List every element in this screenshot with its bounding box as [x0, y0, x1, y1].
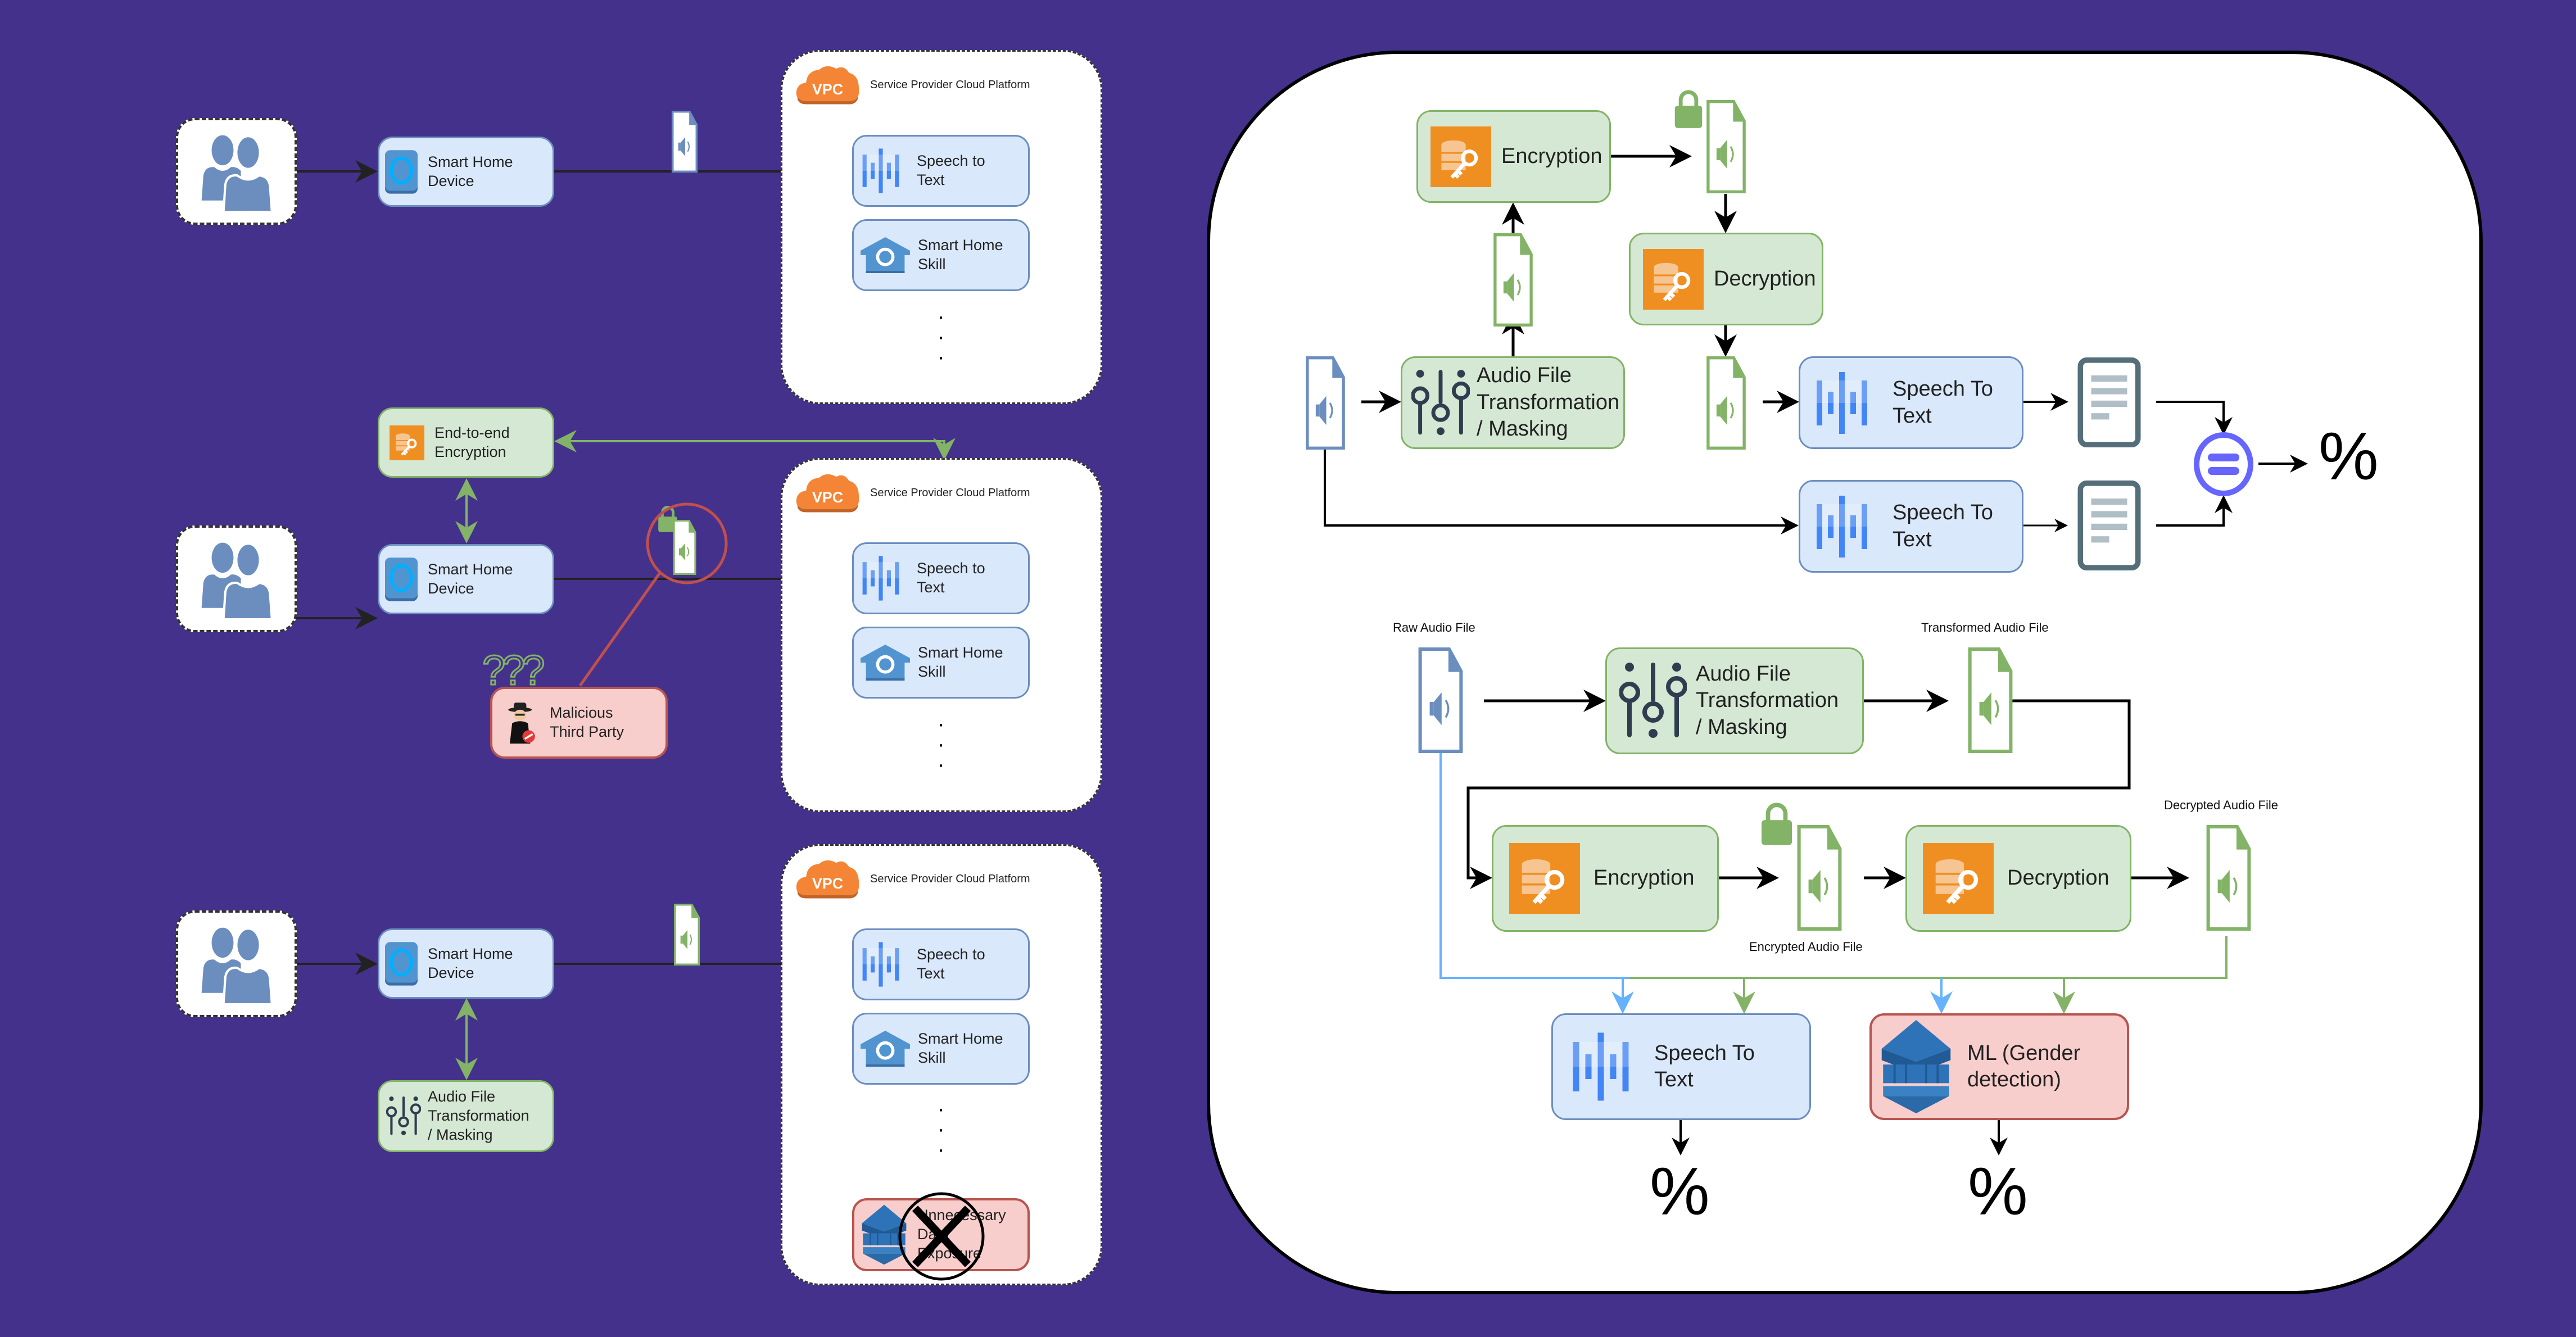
edge-doc1-to-compare — [2156, 401, 2233, 435]
waveform-icon — [1814, 361, 1870, 445]
audio-transformation-node-bottom[interactable]: Audio File Transformation / Masking — [1605, 647, 1864, 754]
sliders-icon — [1619, 661, 1687, 740]
decrypted-audio-file-icon — [1708, 358, 1744, 448]
transformed-audio-file-icon — [1495, 235, 1531, 325]
raw-audio-file-icon — [1307, 358, 1343, 448]
edge-decrypted-feed-line — [1630, 936, 2228, 979]
node-label: Decryption — [2007, 866, 2109, 890]
transformed-audio-file-icon-2 — [1970, 649, 2011, 751]
decryption-key-icon — [1643, 249, 1704, 310]
edge-raw-to-speech2 — [1324, 450, 1799, 534]
decrypted-audio-file-icon-2 — [2208, 827, 2249, 929]
speech-to-text-top-2[interactable]: Speech To Text — [1799, 480, 2023, 573]
speech-to-text-bottom[interactable]: Speech To Text — [1551, 1013, 1811, 1120]
transcript-doc-icon-2 — [2080, 483, 2138, 568]
raw-audio-file-icon-2 — [1420, 649, 1461, 751]
caption-decrypted-audio: Decrypted Audio File — [2164, 798, 2278, 812]
decryption-node-top[interactable]: Decryption — [1629, 233, 1823, 325]
ml-stack-icon — [1880, 1020, 1953, 1113]
caption-raw-audio: Raw Audio File — [1393, 620, 1475, 634]
audio-transformation-node-top[interactable]: Audio File Transformation / Masking — [1401, 356, 1625, 449]
node-label: Audio File Transformation / Masking — [1696, 661, 1839, 739]
encryption-key-icon — [1430, 126, 1491, 187]
node-label: Encryption — [1501, 144, 1602, 168]
encryption-key-icon — [1509, 843, 1580, 914]
node-label: Audio File Transformation / Masking — [1477, 364, 1620, 441]
node-label: Speech To Text — [1654, 1041, 1755, 1092]
encrypted-audio-file-icon-2 — [1799, 827, 1840, 929]
waveform-icon — [1570, 1022, 1632, 1112]
edge-doc2-to-compare — [2156, 495, 2233, 527]
right-diagram-canvas — [0, 0, 2308, 1155]
node-label: ML (Gender detection) — [1967, 1041, 2081, 1092]
result-percentage-speech: % — [1650, 1154, 1710, 1229]
transcript-doc-icon-1 — [2080, 360, 2138, 445]
decryption-key-icon — [1923, 843, 1994, 914]
speech-to-text-top-1[interactable]: Speech To Text — [1799, 356, 2023, 449]
node-label: Decryption — [1714, 266, 1816, 291]
ml-gender-detection[interactable]: ML (Gender detection) — [1869, 1013, 2129, 1120]
caption-encrypted-audio: Encrypted Audio File — [1749, 940, 1863, 954]
node-label: Speech To Text — [1893, 377, 1993, 428]
lock-icon — [1675, 92, 1703, 128]
waveform-icon — [1814, 484, 1870, 569]
compare-equal-icon — [2194, 432, 2253, 496]
lock-icon-2 — [1762, 805, 1792, 845]
encrypted-audio-file-icon — [1708, 102, 1744, 192]
result-percentage-top: % — [2319, 419, 2379, 494]
node-label: Speech To Text — [1893, 501, 1993, 551]
sliders-icon — [1411, 369, 1470, 437]
decryption-node-bottom[interactable]: Decryption — [1905, 825, 2131, 932]
result-percentage-ml: % — [1968, 1154, 2028, 1229]
node-label: Encryption — [1593, 866, 1695, 890]
encryption-node-top[interactable]: Encryption — [1416, 110, 1611, 203]
encryption-node-bottom[interactable]: Encryption — [1492, 825, 1719, 932]
caption-transformed-audio: Transformed Audio File — [1921, 620, 2049, 634]
